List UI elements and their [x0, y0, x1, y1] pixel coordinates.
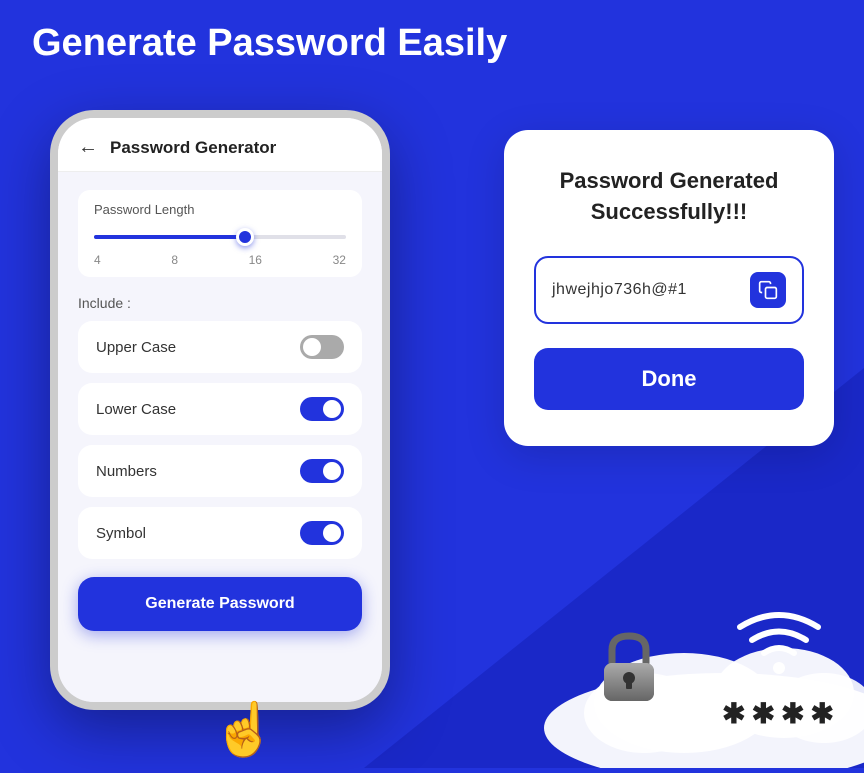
toggle-lowercase[interactable] [300, 397, 344, 421]
finger-icon: ☝️ [212, 699, 277, 760]
copy-icon [758, 280, 778, 300]
dot-4: ✱ [811, 697, 834, 730]
wifi-icon [724, 593, 834, 688]
lock-svg [594, 628, 664, 708]
success-card: Password GeneratedSuccessfully!!! jhwejh… [504, 130, 834, 446]
slider-mid1: 8 [171, 253, 178, 267]
phone-screen: ← Password Generator Password Length 4 [58, 118, 382, 702]
toggle-uppercase[interactable] [300, 335, 344, 359]
toggle-item-numbers: Numbers [78, 445, 362, 497]
lock-icon [594, 628, 664, 713]
include-label: Include : [78, 295, 362, 311]
toggle-knob-uppercase [303, 338, 321, 356]
dot-3: ✱ [781, 697, 804, 730]
password-field: jhwejhjo736h@#1 [534, 256, 804, 324]
success-title: Password GeneratedSuccessfully!!! [534, 166, 804, 228]
back-button[interactable]: ← [78, 136, 98, 159]
slider-labels: 4 8 16 32 [94, 253, 346, 267]
phone-mockup: ← Password Generator Password Length 4 [30, 110, 420, 730]
wifi-svg [724, 593, 834, 683]
slider-label: Password Length [94, 202, 346, 217]
toggle-item-symbol: Symbol [78, 507, 362, 559]
toggle-symbol[interactable] [300, 521, 344, 545]
slider-fill [94, 235, 245, 239]
phone-content: Password Length 4 8 16 32 [58, 172, 382, 649]
toggle-label-lowercase: Lower Case [96, 401, 176, 418]
dot-2: ✱ [752, 697, 775, 730]
slider-track-wrapper[interactable] [94, 227, 346, 247]
copy-button[interactable] [750, 272, 786, 308]
toggle-item-lowercase: Lower Case [78, 383, 362, 435]
toggle-numbers[interactable] [300, 459, 344, 483]
generate-password-button[interactable]: Generate Password [78, 577, 362, 631]
toggle-knob-symbol [323, 524, 341, 542]
slider-track [94, 235, 346, 239]
toggle-label-symbol: Symbol [96, 525, 146, 542]
done-button[interactable]: Done [534, 348, 804, 410]
toggle-label-numbers: Numbers [96, 463, 157, 480]
deco-area: ✱ ✱ ✱ ✱ [484, 488, 864, 768]
dot-1: ✱ [722, 697, 745, 730]
phone-frame: ← Password Generator Password Length 4 [50, 110, 390, 710]
slider-min: 4 [94, 253, 101, 267]
page-title: Generate Password Easily [32, 22, 507, 65]
phone-header: ← Password Generator [58, 118, 382, 172]
slider-max: 32 [333, 253, 346, 267]
password-value: jhwejhjo736h@#1 [552, 281, 687, 299]
toggle-knob-numbers [323, 462, 341, 480]
slider-thumb[interactable] [236, 228, 254, 246]
password-dots: ✱ ✱ ✱ ✱ [722, 697, 834, 730]
toggle-label-uppercase: Upper Case [96, 339, 176, 356]
slider-section: Password Length 4 8 16 32 [78, 190, 362, 277]
toggle-item-uppercase: Upper Case [78, 321, 362, 373]
slider-mid2: 16 [249, 253, 262, 267]
toggle-knob-lowercase [323, 400, 341, 418]
screen-title: Password Generator [110, 138, 276, 158]
